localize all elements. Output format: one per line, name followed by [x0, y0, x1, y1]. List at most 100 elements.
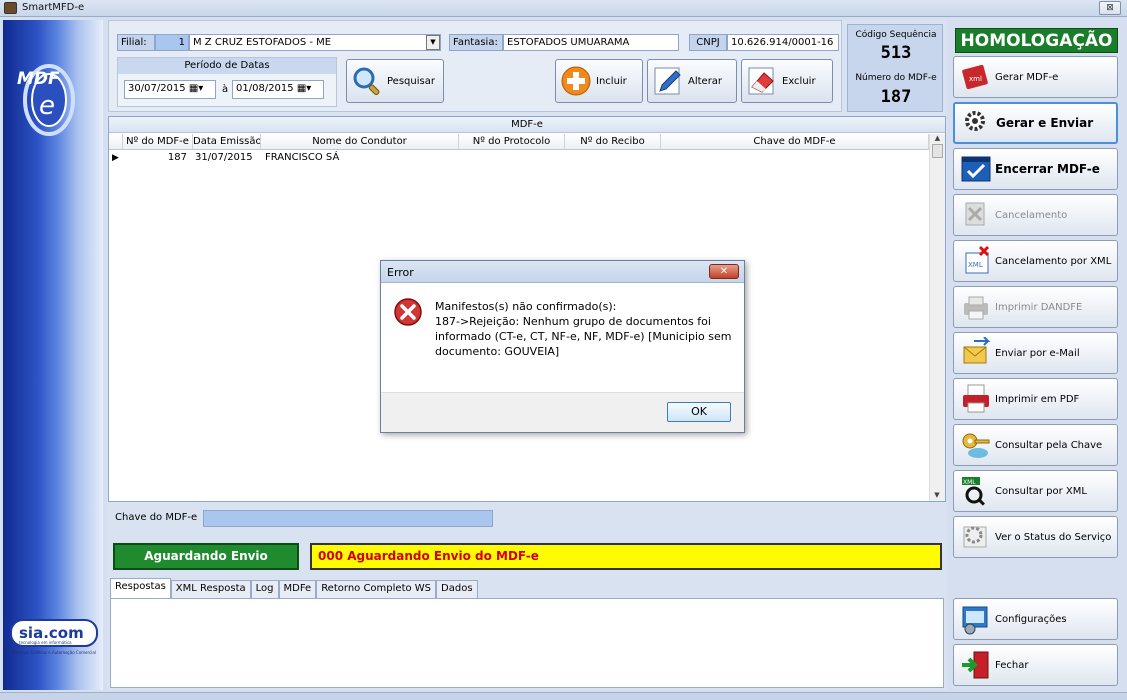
query-xml-label: Consultar por XML — [995, 485, 1087, 497]
key-icon — [962, 433, 990, 458]
date-to-field[interactable]: 01/08/2015 ▦▾ — [232, 80, 324, 99]
cancel-label: Cancelamento — [995, 209, 1068, 221]
tab-xml-resposta[interactable]: XML Resposta — [170, 580, 251, 598]
query-xml-button[interactable]: XML Consultar por XML — [953, 470, 1118, 512]
filial-code-field[interactable]: 1 — [155, 34, 189, 51]
column-header[interactable]: Nome do Condutor — [261, 134, 459, 150]
sequence-box: Código Sequência 513 Número do MDF-e 187 — [847, 24, 943, 112]
tab-retorno-completo[interactable]: Retorno Completo WS — [316, 580, 437, 598]
svg-text:xml: xml — [969, 75, 982, 83]
search-button[interactable]: Pesquisar — [346, 59, 444, 103]
column-header[interactable]: Chave do MDF-e — [661, 134, 929, 150]
exit-door-icon — [962, 651, 989, 679]
cancel-xml-label: Cancelamento por XML — [995, 255, 1112, 267]
date-to-value: 01/08/2015 — [236, 83, 294, 94]
delete-button[interactable]: Excluir — [741, 59, 833, 103]
add-button[interactable]: Incluir — [555, 59, 643, 103]
scroll-thumb[interactable] — [932, 144, 943, 158]
cell-condutor: FRANCISCO SÁ — [265, 152, 340, 163]
app-icon — [4, 2, 17, 14]
cnpj-field[interactable]: 10.626.914/0001-16 — [727, 34, 839, 51]
cell-numero: 187 — [167, 152, 187, 163]
column-header[interactable]: Nº do Recibo — [565, 134, 661, 150]
responses-panel[interactable] — [110, 598, 944, 688]
environment-badge: HOMOLOGAÇÃO — [955, 28, 1118, 53]
edit-button[interactable]: Alterar — [647, 59, 737, 103]
left-branding-panel: MDF e sia.com tecnologia em informática … — [3, 20, 103, 690]
period-title: Período de Datas — [118, 58, 336, 74]
delete-button-label: Excluir — [782, 75, 816, 87]
date-to-label: à — [222, 84, 229, 95]
column-header[interactable]: Nº do Protocolo — [459, 134, 565, 150]
svg-text:XML: XML — [963, 479, 976, 486]
cancel-xml-button[interactable]: XML Cancelamento por XML — [953, 240, 1118, 282]
scroll-down-icon[interactable]: ▼ — [930, 491, 944, 499]
tab-dados[interactable]: Dados — [436, 580, 478, 598]
window-close-button[interactable]: ⊠ — [1099, 1, 1121, 15]
status-message: 000 Aguardando Envio do MDF-e — [310, 543, 942, 570]
filter-box: Filial: 1 M Z CRUZ ESTOFADOS - ME ▼ Fant… — [108, 20, 842, 112]
print-pdf-button[interactable]: Imprimir em PDF — [953, 378, 1118, 420]
row-indicator-header — [109, 134, 123, 150]
error-dialog-title: Error — [387, 266, 414, 279]
date-from-value: 30/07/2015 — [128, 83, 186, 94]
status-bar — [0, 692, 1127, 700]
error-icon — [394, 298, 422, 326]
eraser-icon — [748, 67, 774, 95]
table-title: MDF-e — [109, 117, 945, 133]
query-key-button[interactable]: Consultar pela Chave — [953, 424, 1118, 466]
filial-name-select[interactable]: M Z CRUZ ESTOFADOS - ME — [189, 34, 441, 51]
column-header[interactable]: Nº do MDF-e — [123, 134, 193, 150]
fantasia-field[interactable]: ESTOFADOS UMUARAMA — [503, 34, 679, 51]
xml-search-icon: XML — [962, 477, 985, 506]
error-dialog-close-button[interactable]: ✕ — [709, 264, 739, 279]
exit-label: Fechar — [995, 659, 1029, 671]
send-email-button[interactable]: Enviar por e-Mail — [953, 332, 1118, 374]
tab-mdfe[interactable]: MDFe — [278, 580, 317, 598]
scroll-up-icon[interactable]: ▲ — [930, 134, 945, 142]
sia-logo-tagline: Sistemas Gráficos e Automação Comercial — [11, 650, 96, 655]
generate-send-button[interactable]: Gerar e Enviar — [953, 102, 1118, 144]
chave-field[interactable] — [203, 510, 493, 527]
edit-button-label: Alterar — [688, 75, 723, 87]
cancel-doc-icon — [965, 202, 985, 226]
mdfe-logo: MDF e — [17, 64, 75, 136]
plus-icon — [561, 66, 591, 96]
cancel-button[interactable]: Cancelamento — [953, 194, 1118, 236]
query-key-label: Consultar pela Chave — [995, 439, 1103, 451]
gear-icon — [965, 111, 985, 131]
close-mdfe-label: Encerrar MDF-e — [995, 162, 1100, 176]
print-danfe-label: Imprimir DANDFE — [995, 301, 1083, 313]
cell-recibo — [567, 151, 659, 166]
ok-button[interactable]: OK — [667, 402, 731, 422]
settings-button[interactable]: Configurações — [953, 598, 1118, 640]
table-scrollbar[interactable]: ▲ ▼ — [929, 134, 945, 501]
tab-respostas[interactable]: Respostas — [110, 578, 171, 598]
calendar-icon[interactable]: ▦▾ — [189, 83, 203, 94]
add-button-label: Incluir — [596, 75, 627, 87]
generate-send-label: Gerar e Enviar — [996, 116, 1094, 130]
close-mdfe-button[interactable]: Encerrar MDF-e — [953, 148, 1118, 190]
mdf-logo-e: e — [39, 91, 55, 121]
error-dialog-titlebar: Error ✕ — [381, 261, 744, 283]
status-badge: Aguardando Envio — [113, 543, 299, 570]
error-dialog: Error ✕ Manifestos(s) não confirmado(s):… — [380, 260, 745, 433]
print-danfe-button[interactable]: Imprimir DANDFE — [953, 286, 1118, 328]
exit-button[interactable]: Fechar — [953, 644, 1118, 686]
pdf-printer-icon — [963, 384, 989, 413]
actions-panel: HOMOLOGAÇÃO xml Gerar MDF-e Gerar e Envi… — [950, 20, 1125, 690]
filial-dropdown-icon[interactable]: ▼ — [426, 35, 440, 50]
chave-label: Chave do MDF-e — [115, 512, 198, 523]
service-status-button[interactable]: Ver o Status do Serviço — [953, 516, 1118, 558]
column-header[interactable]: Data Emissão — [193, 134, 261, 150]
calendar-icon[interactable]: ▦▾ — [297, 83, 311, 94]
tab-log[interactable]: Log — [250, 580, 279, 598]
cell-chave — [663, 151, 927, 166]
generate-mdfe-button[interactable]: xml Gerar MDF-e — [953, 56, 1118, 98]
fantasia-label: Fantasia: — [449, 34, 503, 51]
date-from-field[interactable]: 30/07/2015 ▦▾ — [124, 80, 216, 99]
settings-icon — [962, 606, 988, 635]
search-button-label: Pesquisar — [387, 75, 435, 87]
chave-row: Chave do MDF-e — [115, 510, 493, 527]
filial-label: Filial: — [117, 34, 155, 51]
